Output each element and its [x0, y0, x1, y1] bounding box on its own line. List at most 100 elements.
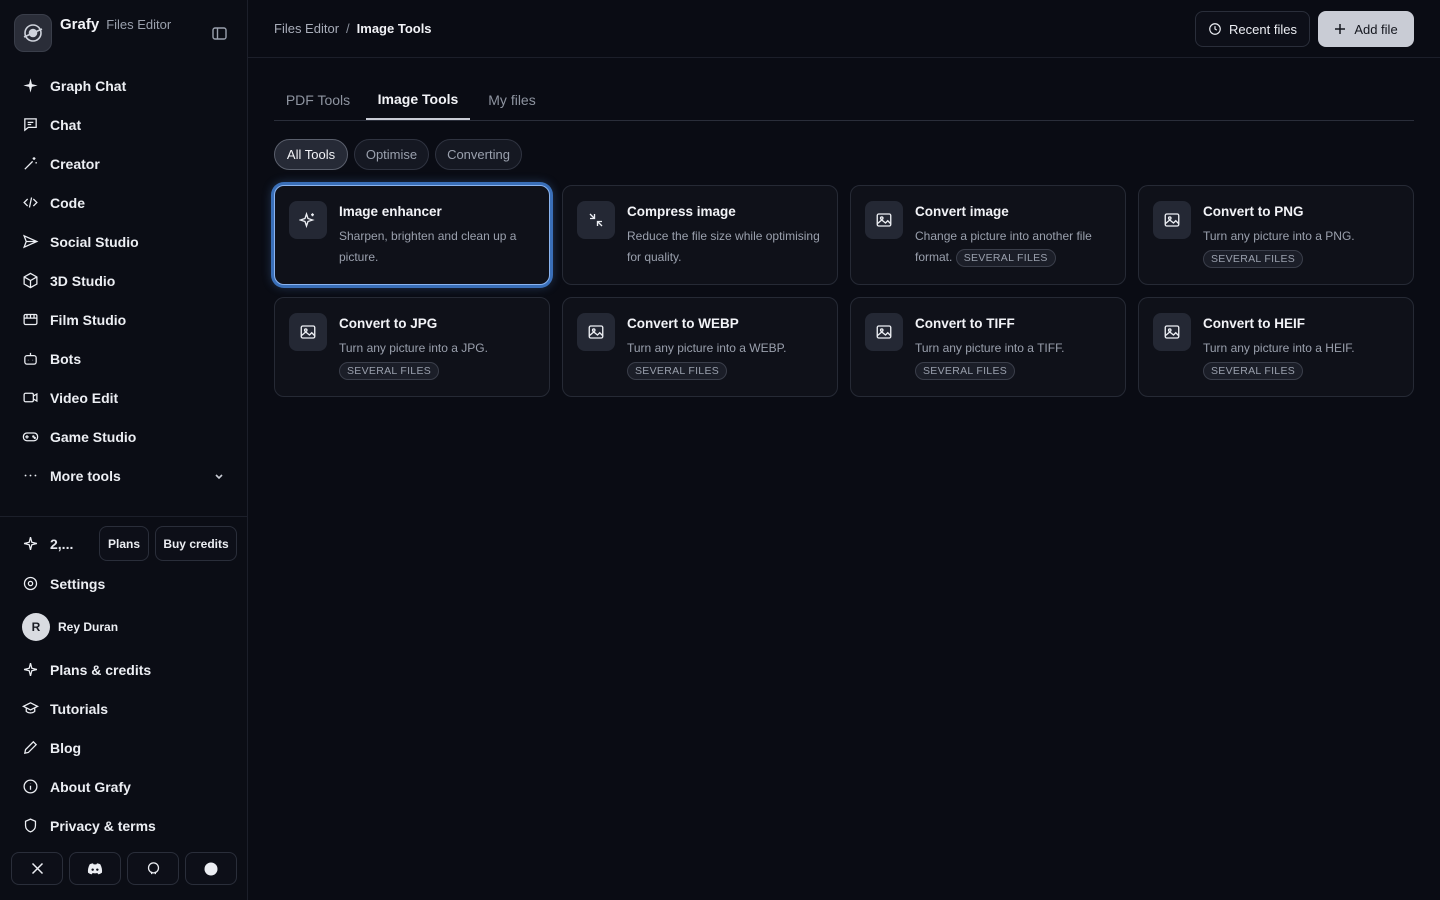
plus-icon [1335, 24, 1346, 34]
tool-card-convert-image[interactable]: Convert image Change a picture into anot… [850, 185, 1126, 285]
tab-pdf-tools[interactable]: PDF Tools [274, 80, 362, 120]
card-title: Convert image [915, 204, 1009, 219]
card-title: Convert to PNG [1203, 204, 1304, 219]
send-icon [22, 234, 39, 249]
sidebar-item-label: Game Studio [50, 428, 137, 445]
sidebar-item-film-studio[interactable]: Film Studio [0, 300, 247, 339]
sidebar-toggle-icon[interactable] [210, 25, 228, 41]
plans-button[interactable]: Plans [99, 526, 149, 561]
sidebar-item-label: Creator [50, 155, 100, 172]
x-logo-icon [31, 862, 43, 875]
sidebar-item-label: Plans & credits [50, 661, 152, 678]
image-icon [577, 313, 615, 351]
more-icon [24, 474, 37, 477]
sidebar-item-label: Graph Chat [50, 77, 127, 94]
film-icon [23, 313, 38, 326]
user-profile[interactable]: R Rey Duran [0, 603, 247, 650]
tool-card-compress-image[interactable]: Compress image Reduce the file size whil… [562, 185, 838, 285]
sidebar-item-tutorials[interactable]: Tutorials [0, 689, 247, 728]
card-description: Sharpen, brighten and clean up a picture… [339, 229, 517, 264]
sidebar-item-code[interactable]: Code [0, 183, 247, 222]
card-title: Convert to TIFF [915, 316, 1015, 331]
brand[interactable]: Grafy Files Editor [14, 14, 234, 52]
sidebar-item-creator[interactable]: Creator [0, 144, 247, 183]
card-title: Convert to JPG [339, 316, 438, 331]
tool-card-convert-jpg[interactable]: Convert to JPG Turn any picture into a J… [274, 297, 550, 397]
gear-icon [23, 576, 38, 591]
sidebar-item-label: Social Studio [50, 233, 139, 250]
card-description: Reduce the file size while optimising fo… [627, 229, 820, 264]
sidebar-bottom-nav: Settings R Rey Duran Plans & credits Tut… [0, 564, 247, 845]
sidebar-item-plans-credits[interactable]: Plans & credits [0, 650, 247, 689]
sidebar-item-label: Bots [50, 350, 82, 367]
sidebar-item-privacy[interactable]: Privacy & terms [0, 806, 247, 845]
card-description: Turn any picture into a JPG. [339, 341, 488, 355]
sidebar-item-chat[interactable]: Chat [0, 105, 247, 144]
several-files-badge: SEVERAL FILES [627, 362, 728, 380]
sidebar-item-label: Code [50, 194, 85, 211]
image-icon [1153, 201, 1191, 239]
bot-icon [24, 352, 37, 365]
status-link[interactable] [185, 852, 237, 885]
sidebar-item-label: More tools [50, 467, 121, 484]
image-icon [289, 313, 327, 351]
several-files-badge: SEVERAL FILES [339, 362, 440, 380]
credits-value: 2,... [50, 535, 74, 552]
sidebar-item-label: 3D Studio [50, 272, 116, 289]
tool-card-image-enhancer[interactable]: Image enhancer Sharpen, brighten and cle… [274, 185, 550, 285]
tool-card-convert-webp[interactable]: Convert to WEBP Turn any picture into a … [562, 297, 838, 397]
filter-all-tools[interactable]: All Tools [274, 139, 348, 170]
sidebar-item-graph-chat[interactable]: Graph Chat [0, 66, 247, 105]
sidebar-item-more-tools[interactable]: More tools [0, 456, 247, 495]
discord-link[interactable] [69, 852, 121, 885]
tool-card-convert-tiff[interactable]: Convert to TIFF Turn any picture into a … [850, 297, 1126, 397]
tab-my-files[interactable]: My files [474, 80, 550, 120]
sidebar: Grafy Files Editor Graph Chat Chat Creat… [0, 0, 248, 900]
sidebar-item-blog[interactable]: Blog [0, 728, 247, 767]
filter-optimise[interactable]: Optimise [354, 139, 429, 170]
sidebar-item-about[interactable]: About Grafy [0, 767, 247, 806]
tool-card-convert-heif[interactable]: Convert to HEIF Turn any picture into a … [1138, 297, 1414, 397]
tab-image-tools[interactable]: Image Tools [366, 80, 470, 120]
sidebar-item-bots[interactable]: Bots [0, 339, 247, 378]
breadcrumb-item[interactable]: Files Editor [274, 21, 339, 36]
add-file-label: Add file [1354, 21, 1398, 37]
sidebar-item-label: Blog [50, 739, 82, 756]
wand-icon [24, 157, 37, 170]
github-icon [147, 862, 159, 875]
x-link[interactable] [11, 852, 63, 885]
several-files-badge: SEVERAL FILES [915, 362, 1016, 380]
sparkles-icon [289, 201, 327, 239]
filter-converting[interactable]: Converting [435, 139, 522, 170]
compress-icon [577, 201, 615, 239]
github-link[interactable] [127, 852, 179, 885]
card-title: Compress image [627, 204, 736, 219]
sidebar-item-label: Privacy & terms [50, 817, 156, 834]
video-icon [23, 392, 38, 403]
card-description: Change a picture into another file forma… [915, 226, 1115, 268]
several-files-badge: SEVERAL FILES [955, 248, 1056, 267]
recent-files-button[interactable]: Recent files [1195, 11, 1310, 47]
shield-icon [24, 818, 37, 833]
tool-card-convert-png[interactable]: Convert to PNG Turn any picture into a P… [1138, 185, 1414, 285]
sidebar-item-social-studio[interactable]: Social Studio [0, 222, 247, 261]
brand-name: Grafy [60, 16, 100, 33]
card-title: Convert to WEBP [627, 316, 739, 331]
clock-icon [1209, 23, 1221, 35]
sidebar-item-video-edit[interactable]: Video Edit [0, 378, 247, 417]
card-description: Turn any picture into a HEIF. [1203, 341, 1355, 355]
sidebar-item-settings[interactable]: Settings [0, 564, 247, 603]
code-icon [23, 197, 38, 208]
sparkle-icon [23, 78, 38, 93]
gamepad-icon [22, 432, 39, 442]
avatar: R [22, 612, 50, 641]
buy-credits-button[interactable]: Buy credits [155, 526, 237, 561]
add-file-button[interactable]: Add file [1318, 11, 1414, 47]
breadcrumb: Files Editor / Image Tools [274, 21, 432, 36]
recent-files-label: Recent files [1229, 21, 1297, 37]
card-description: Turn any picture into a PNG. [1203, 229, 1355, 243]
grafy-logo-icon [14, 14, 52, 52]
sidebar-item-3d-studio[interactable]: 3D Studio [0, 261, 247, 300]
sidebar-item-game-studio[interactable]: Game Studio [0, 417, 247, 456]
pencil-icon [24, 740, 38, 754]
